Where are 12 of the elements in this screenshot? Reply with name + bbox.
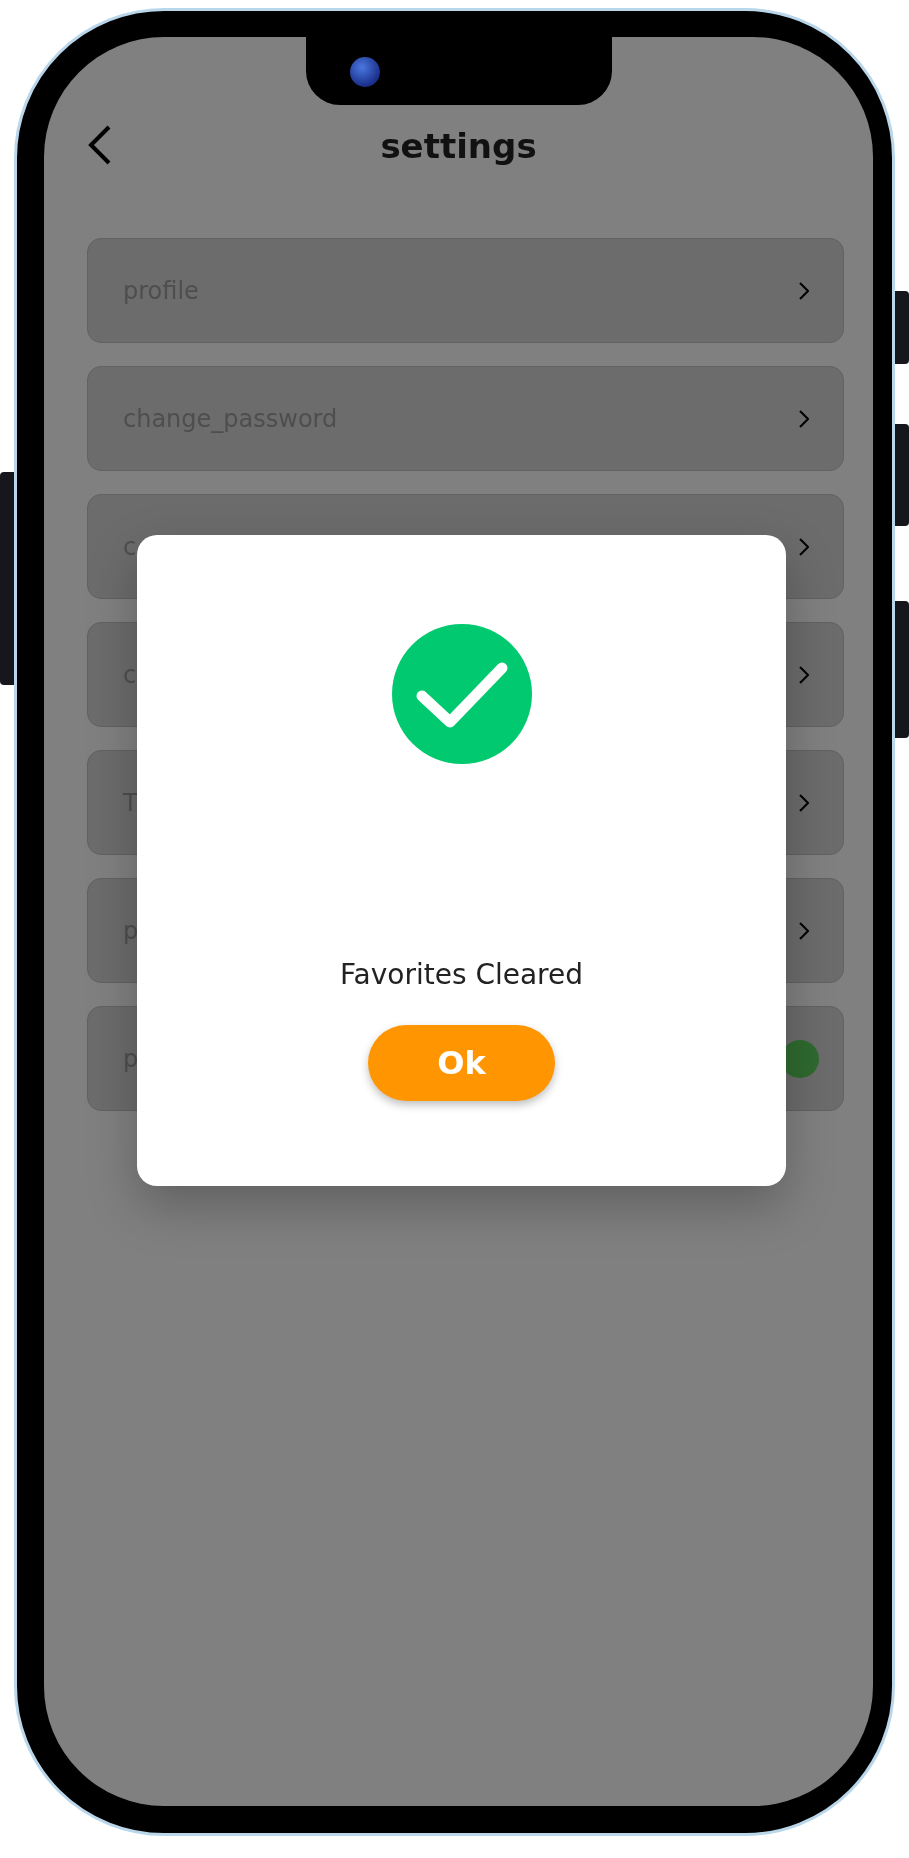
chevron-icon (799, 665, 809, 684)
back-icon[interactable] (88, 125, 112, 165)
chevron-icon (799, 409, 809, 428)
chevron-icon (799, 537, 809, 556)
page-title: settings (380, 126, 537, 166)
chevron-icon (799, 793, 809, 812)
success-check-icon (391, 624, 532, 764)
chevron-icon (799, 921, 809, 940)
dialog-message: Favorites Cleared (340, 958, 583, 991)
ok-button[interactable]: Ok (368, 1025, 555, 1101)
camera-icon (349, 57, 380, 87)
chevron-icon (799, 281, 809, 300)
